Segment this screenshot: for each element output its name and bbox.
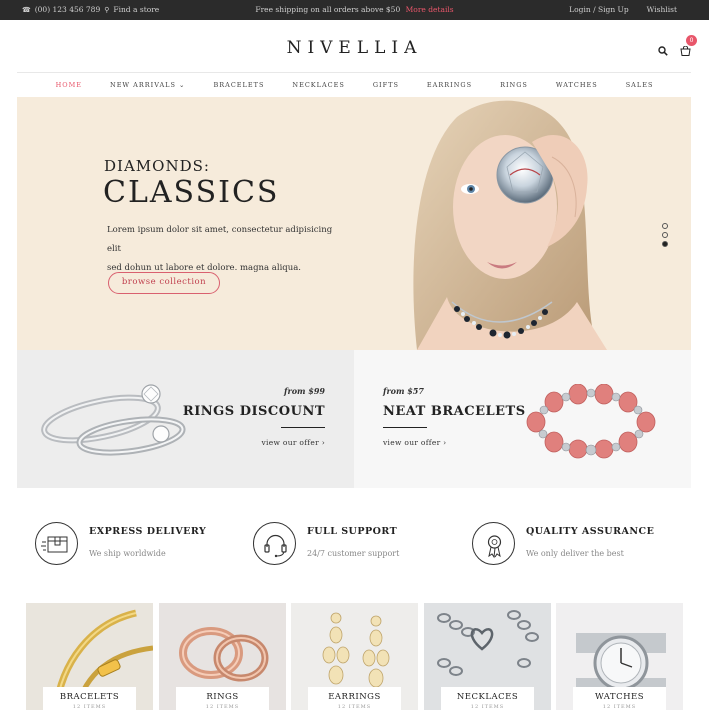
rings-offer-link[interactable]: view our offer › [262, 438, 325, 447]
nav-item-label: NEW ARRIVALS [110, 81, 176, 89]
rings-offer-label: view our offer [261, 438, 319, 447]
category-name: EARRINGS [328, 692, 381, 702]
category-label: BRACELETS 12 ITEMS [43, 687, 136, 710]
nav-item-label: RINGS [500, 81, 528, 89]
category-name: RINGS [206, 692, 239, 702]
nav-item-label: WATCHES [555, 81, 598, 89]
nav-item-label: EARRINGS [426, 81, 473, 89]
feature-subtitle: 24/7 customer support [307, 549, 400, 558]
chevron-right-icon: › [443, 438, 447, 447]
nav-item-label: GIFTS [372, 81, 399, 89]
chevron-right-icon: › [321, 438, 325, 447]
category-count: 12 ITEMS [602, 704, 637, 710]
bracelets-price-from: from $57 [383, 386, 424, 396]
search-icon[interactable] [658, 41, 668, 60]
category-label: WATCHES 12 ITEMS [573, 687, 666, 710]
rings-title-underline [281, 427, 325, 428]
feature-quality-assurance: QUALITY ASSURANCE We only deliver the be… [472, 522, 692, 566]
delivery-box-icon [35, 522, 78, 565]
nav-item-label: HOME [55, 81, 82, 89]
category-card-rings[interactable]: RINGS 12 ITEMS [159, 603, 286, 710]
nav-item-label: SALES [625, 81, 654, 89]
cart-count-badge: 0 [686, 35, 697, 46]
category-name: NECKLACES [456, 692, 519, 702]
category-card-watches[interactable]: WATCHES 12 ITEMS [556, 603, 683, 710]
feature-full-support: FULL SUPPORT 24/7 customer support [253, 522, 453, 566]
bracelets-promo-title: NEAT BRACELETS [383, 404, 526, 419]
category-card-earrings[interactable]: EARRINGS 12 ITEMS [291, 603, 418, 710]
slider-dot[interactable] [662, 223, 668, 229]
nav-item-rings[interactable]: RINGS [486, 81, 542, 89]
nav-divider [17, 72, 691, 73]
category-name: WATCHES [594, 692, 645, 702]
feature-subtitle: We ship worldwide [89, 549, 166, 558]
medal-icon [472, 522, 515, 565]
bracelets-offer-label: view our offer [383, 438, 441, 447]
top-bar: ☎ (00) 123 456 789 ⚲ Find a store Free s… [0, 0, 709, 20]
wishlist-link[interactable]: Wishlist [647, 5, 677, 14]
slider-dot-active[interactable] [662, 241, 668, 247]
category-label: EARRINGS 12 ITEMS [308, 687, 401, 710]
feature-express-delivery: EXPRESS DELIVERY We ship worldwide [35, 522, 235, 566]
rings-price-from: from $99 [284, 386, 325, 396]
shipping-text: Free shipping on all orders above $50 [255, 5, 401, 14]
bracelets-offer-link[interactable]: view our offer › [383, 438, 446, 447]
rings-image [41, 384, 186, 456]
bracelet-image [526, 384, 656, 459]
nav-item-new-arrivals[interactable]: NEW ARRIVALS ⌄ [96, 81, 199, 89]
nav-item-necklaces[interactable]: NECKLACES [278, 81, 358, 89]
category-count: 12 ITEMS [470, 704, 505, 710]
browse-collection-button[interactable]: browse collection [108, 272, 220, 294]
site-logo[interactable]: NIVELLIA [0, 38, 709, 58]
slider-pagination [662, 223, 668, 247]
hero-model-image [413, 100, 607, 350]
bracelets-promo-banner[interactable]: from $57 NEAT BRACELETS view our offer › [354, 350, 691, 488]
category-card-necklaces[interactable]: NECKLACES 12 ITEMS [424, 603, 551, 710]
nav-item-label: BRACELETS [213, 81, 265, 89]
hero-slider: DIAMONDS: CLASSICS Lorem ipsum dolor sit… [17, 97, 691, 350]
cart-button[interactable]: 0 [680, 35, 697, 60]
hero-description: Lorem ipsum dolor sit amet, consectetur … [107, 221, 337, 278]
main-navigation: HOME NEW ARRIVALS ⌄ BRACELETS NECKLACES GIFT… [0, 81, 709, 89]
more-details-link[interactable]: More details [406, 5, 454, 14]
category-label: RINGS 12 ITEMS [176, 687, 269, 710]
feature-title: EXPRESS DELIVERY [89, 526, 207, 537]
rings-promo-banner[interactable]: from $99 RINGS DISCOUNT view our offer › [17, 350, 354, 488]
account-links: Login / Sign Up Wishlist [569, 5, 677, 14]
feature-title: QUALITY ASSURANCE [526, 526, 655, 537]
category-count: 12 ITEMS [205, 704, 240, 710]
category-count: 12 ITEMS [337, 704, 372, 710]
feature-subtitle: We only deliver the best [526, 549, 624, 558]
hero-text-line: Lorem ipsum dolor sit amet, consectetur … [107, 225, 333, 254]
feature-title: FULL SUPPORT [307, 526, 398, 537]
nav-item-bracelets[interactable]: BRACELETS [199, 81, 278, 89]
hero-title: CLASSICS [103, 175, 280, 210]
nav-item-earrings[interactable]: EARRINGS [413, 81, 486, 89]
hero-kicker: DIAMONDS: [104, 157, 210, 175]
nav-item-gifts[interactable]: GIFTS [359, 81, 413, 89]
headset-icon [253, 522, 296, 565]
nav-item-watches[interactable]: WATCHES [542, 81, 612, 89]
login-signup-link[interactable]: Login / Sign Up [569, 5, 629, 14]
chevron-down-icon: ⌄ [175, 81, 186, 89]
bracelets-title-underline [383, 427, 427, 428]
category-label: NECKLACES 12 ITEMS [441, 687, 534, 710]
nav-item-sales[interactable]: SALES [612, 81, 668, 89]
category-count: 12 ITEMS [72, 704, 107, 710]
header-icons: 0 [658, 35, 697, 60]
category-card-bracelets[interactable]: BRACELETS 12 ITEMS [26, 603, 153, 710]
category-name: BRACELETS [59, 692, 120, 702]
slider-dot[interactable] [662, 232, 668, 238]
nav-item-label: NECKLACES [292, 81, 345, 89]
nav-item-home[interactable]: HOME [42, 81, 96, 89]
rings-promo-title: RINGS DISCOUNT [182, 404, 325, 419]
